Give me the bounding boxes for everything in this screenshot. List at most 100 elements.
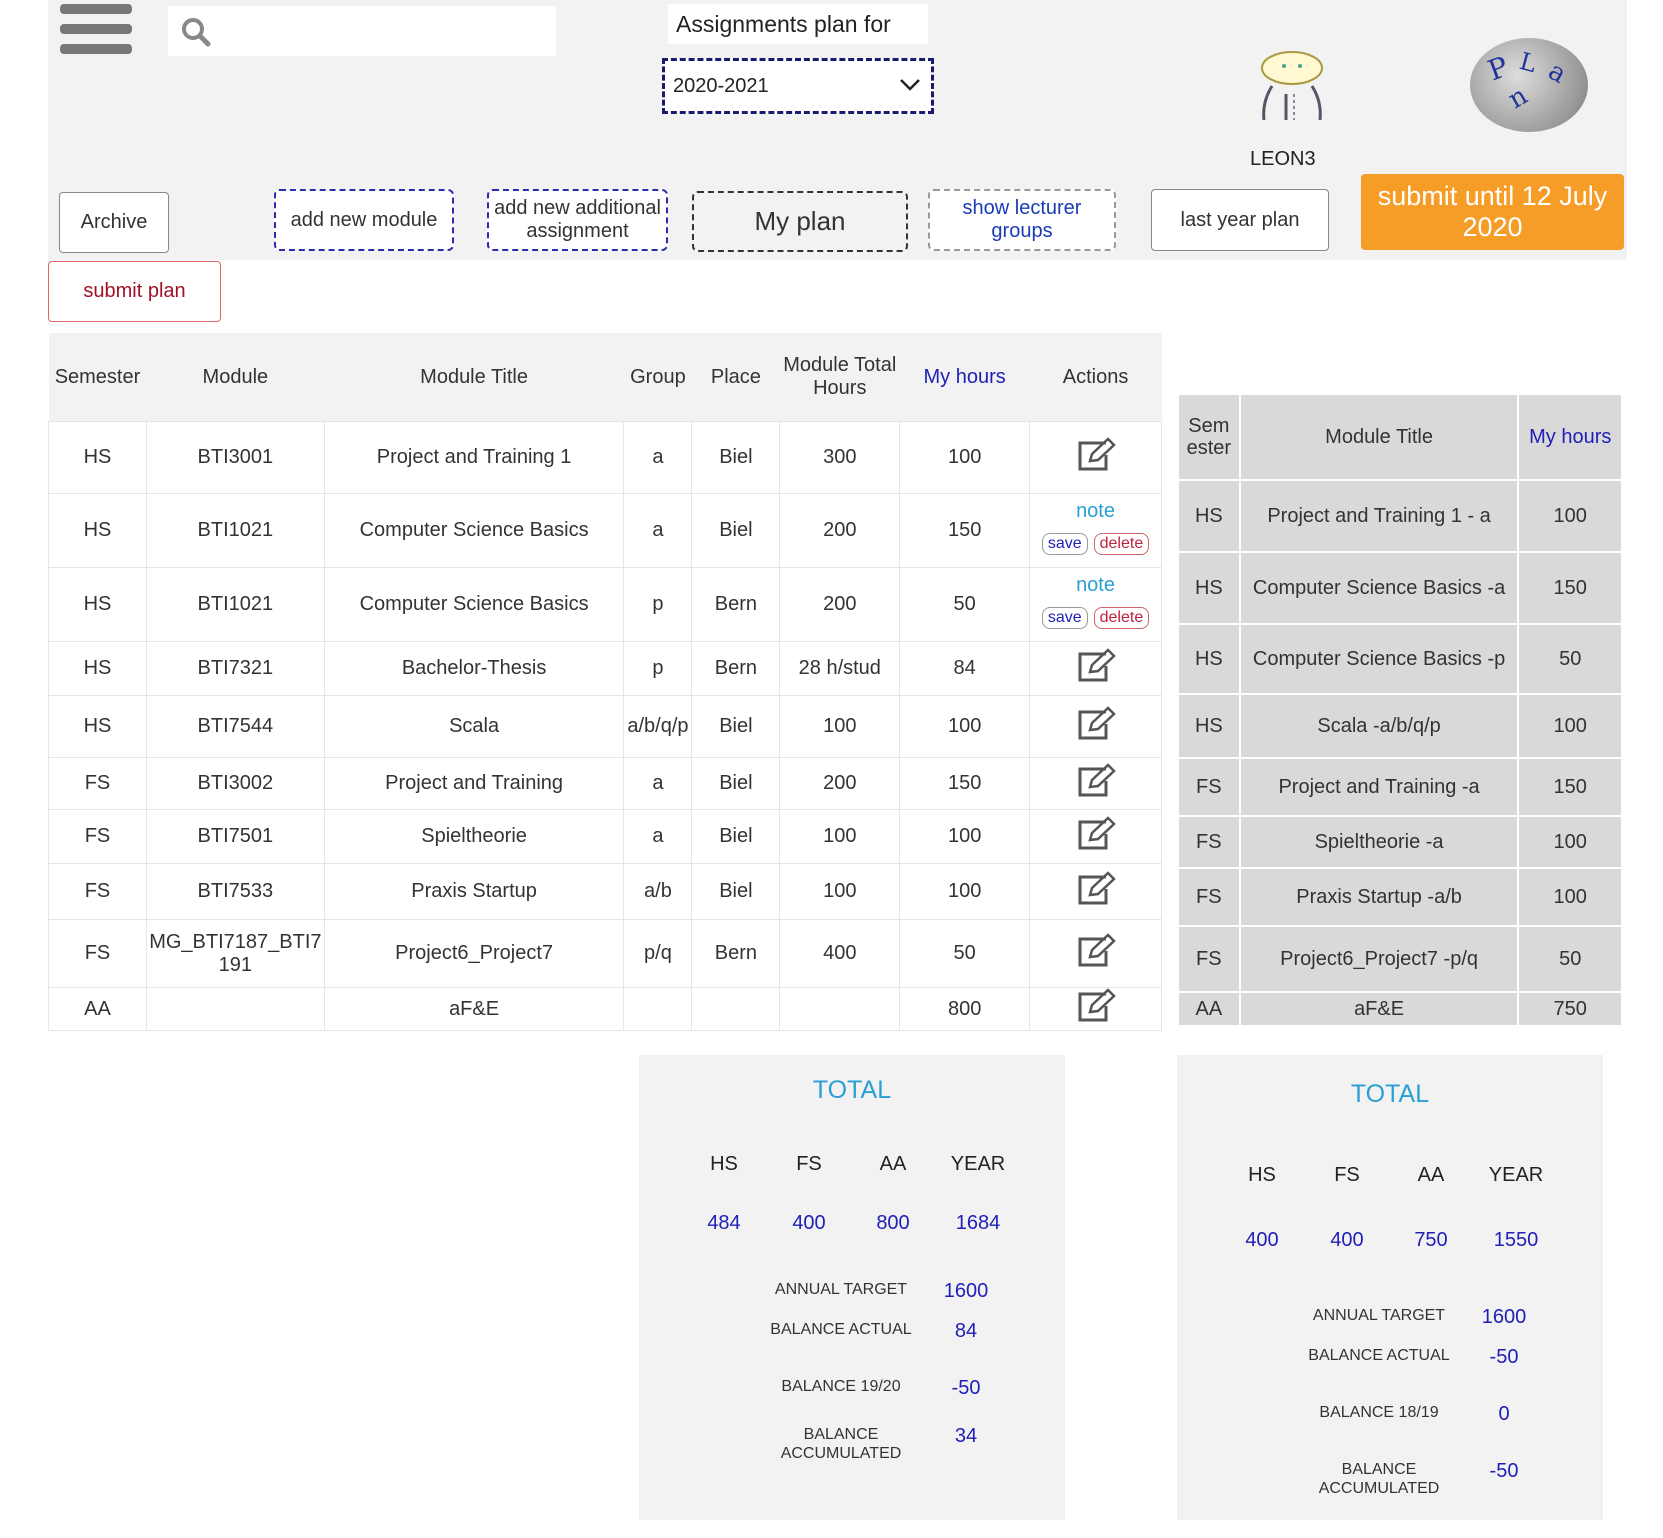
balance-label: BALANCE ACCUMULATED [780,1426,902,1463]
balance-label: BALANCE 19/20 [781,1378,901,1395]
cell-semester: HS [48,641,147,696]
side-cell-title: Project and Training 1 - a [1238,479,1520,553]
side-cell-semester: HS [1177,693,1241,759]
save-button[interactable]: save [1041,607,1088,629]
cell-module: BTI7501 [145,809,325,864]
note-link[interactable]: note [1030,574,1161,597]
edit-icon[interactable] [1076,988,1116,1030]
cell-total-hours: 28 h/stud [779,641,901,696]
col-my-hours[interactable]: My hours [899,333,1030,422]
side-cell-hours: 150 [1517,551,1623,625]
cell-group: p [623,567,693,642]
balance-label: ANNUAL TARGET [774,1281,908,1298]
cell-group: a/b/q/p [623,695,693,758]
delete-button[interactable]: delete [1093,533,1150,555]
edit-icon[interactable] [1076,436,1116,479]
cell-title: Project and Training [323,757,625,810]
col-module[interactable]: Module [146,333,325,422]
total-value: 400 [1245,1229,1279,1251]
year-select[interactable]: 2020-2021 [662,58,934,114]
edit-icon[interactable] [1076,870,1116,913]
total-value: 1684 [955,1212,1001,1234]
show-lecturer-groups-button[interactable]: show lecturer groups [928,189,1116,251]
total-value: 484 [707,1212,741,1234]
side-row: AA aF&E 750 [1177,991,1623,1027]
col-total-hours[interactable]: Module Total Hours [779,333,900,422]
side-cell-title: Praxis Startup -a/b [1238,867,1520,927]
balance-value: -50 [951,1377,981,1399]
total-label: AA [1417,1164,1445,1186]
cell-actions [1029,421,1162,494]
submit-deadline-button[interactable]: submit until 12 July 2020 [1361,174,1624,250]
cell-total-hours: 100 [779,695,901,758]
side-cell-hours: 100 [1517,867,1623,927]
cell-place: Biel [691,809,781,864]
cell-place: Biel [691,757,781,810]
side-row: HS Computer Science Basics -a 150 [1177,551,1623,625]
cell-group: p/q [623,919,693,988]
search-box[interactable] [168,6,556,56]
submit-plan-button[interactable]: submit plan [48,261,221,322]
add-additional-assignment-button[interactable]: add new additional assignment [487,189,668,251]
archive-button[interactable]: Archive [59,192,169,253]
balance-value: 0 [1498,1403,1510,1425]
my-plan-button[interactable]: My plan [692,191,908,252]
save-button[interactable]: save [1041,533,1088,555]
edit-icon[interactable] [1076,815,1116,858]
delete-button[interactable]: delete [1093,607,1150,629]
hamburger-menu-icon[interactable] [60,4,132,60]
total-value: 400 [792,1212,826,1234]
edit-icon[interactable] [1076,705,1116,748]
edit-icon[interactable] [1076,762,1116,805]
svg-text:n: n [1503,81,1533,115]
edit-icon[interactable] [1076,932,1116,975]
side-cell-hours: 150 [1517,757,1623,817]
cell-group: a [623,493,693,568]
cell-my-hours: 150 [899,493,1031,568]
search-input[interactable] [222,14,546,48]
cell-actions [1029,757,1162,810]
side-cell-hours: 100 [1517,479,1623,553]
cell-total-hours: 200 [779,493,901,568]
cell-title: aF&E [323,987,625,1031]
cell-total-hours: 200 [779,757,901,810]
row-action-buttons: save delete [1030,605,1161,629]
cell-title: Scala [323,695,625,758]
side-row: FS Project and Training -a 150 [1177,757,1623,817]
table-row: FS BTI3002 Project and Training a Biel 200 150 [48,757,1162,810]
cell-actions: note save delete [1029,567,1162,642]
side-cell-title: Scala -a/b/q/p [1238,693,1520,759]
side-cell-title: Project6_Project7 -p/q [1238,925,1520,993]
col-group[interactable]: Group [623,333,692,422]
cell-semester: HS [48,695,147,758]
page-title: Assignments plan for [668,4,928,44]
balance-value: 84 [954,1320,978,1342]
cell-module: BTI7321 [145,641,325,696]
last-year-plan-button[interactable]: last year plan [1151,189,1329,251]
note-link[interactable]: note [1030,500,1161,523]
cell-actions [1029,809,1162,864]
total-label: HS [710,1153,738,1175]
edit-icon[interactable] [1076,647,1116,690]
table-row: HS BTI7321 Bachelor-Thesis p Bern 28 h/stud 84 [48,641,1162,696]
side-row: FS Praxis Startup -a/b 100 [1177,867,1623,927]
total-label: AA [879,1153,907,1175]
col-place[interactable]: Place [691,333,780,422]
side-header-row: Semester Module Title My hours [1177,393,1623,481]
add-new-module-button[interactable]: add new module [274,189,454,251]
balance-value: 1600 [1481,1306,1527,1328]
col-semester[interactable]: Semester [48,333,147,422]
table-header-row: Semester Module Module Title Group Place… [48,333,1162,422]
side-col-hours: My hours [1517,393,1623,481]
cell-total-hours [779,987,901,1031]
col-module-title[interactable]: Module Title [324,333,624,422]
row-action-buttons: save delete [1030,531,1161,555]
balance-label: ANNUAL TARGET [1312,1307,1446,1324]
cell-my-hours: 50 [899,919,1031,988]
cell-my-hours: 100 [899,809,1031,864]
user-avatar-icon[interactable] [1254,50,1330,126]
cell-module: BTI3001 [145,421,325,494]
cell-group [623,987,693,1031]
cell-total-hours: 100 [779,863,901,920]
svg-text:L: L [1517,47,1540,78]
